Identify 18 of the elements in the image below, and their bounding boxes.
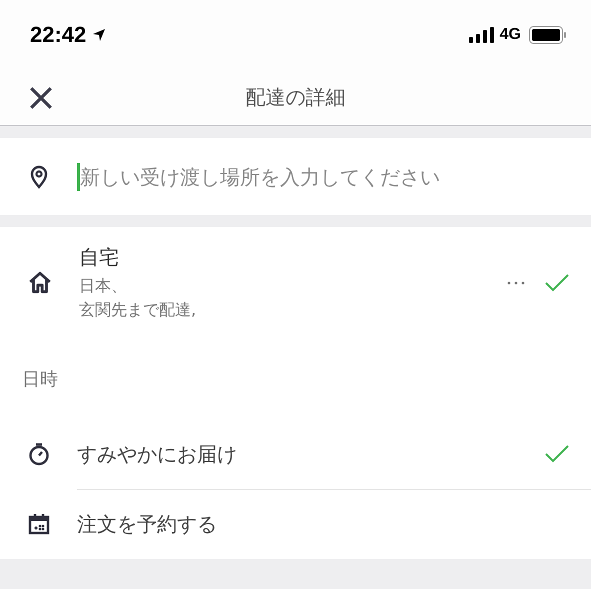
signal-icon <box>468 27 494 43</box>
option-label: すみやかにお届け <box>77 440 238 468</box>
checkmark-icon <box>545 445 569 463</box>
page-title: 配達の詳細 <box>246 84 346 111</box>
network-label: 4G <box>500 26 521 44</box>
section-label: 日時 <box>21 368 59 392</box>
clock-time: 22:42 <box>30 22 86 48</box>
more-icon[interactable] <box>507 281 525 285</box>
address-line: 玄関先まで配達, <box>79 299 198 321</box>
calendar-icon <box>27 512 51 536</box>
location-arrow-icon <box>92 28 106 42</box>
option-label: 注文を予約する <box>77 510 218 538</box>
battery-icon <box>529 26 567 44</box>
home-icon <box>27 270 53 296</box>
stopwatch-icon <box>27 442 51 466</box>
address-name: 自宅 <box>79 244 120 271</box>
address-line: 日本、 <box>79 275 128 297</box>
close-button[interactable] <box>28 84 54 110</box>
